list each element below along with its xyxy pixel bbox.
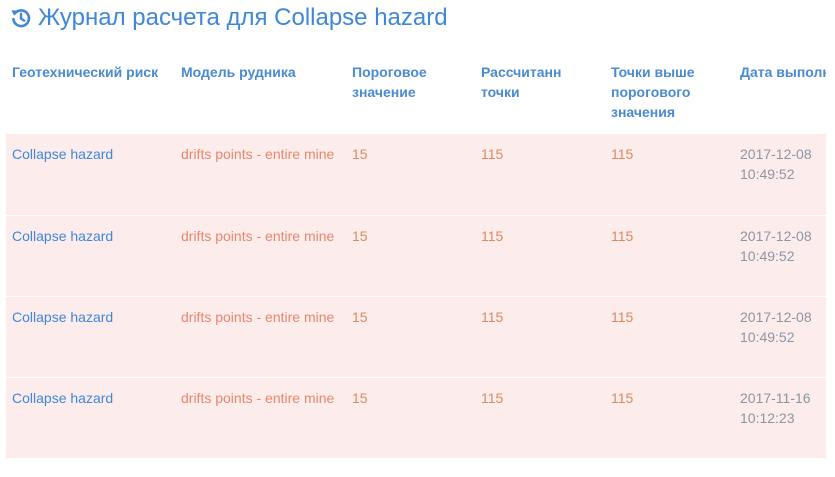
cell-date: 2017-12-08 10:49:52 <box>734 134 826 216</box>
cell-computed-points: 115 <box>475 134 605 216</box>
cell-computed-points: 115 <box>475 377 605 459</box>
column-header-risk[interactable]: Геотехнический риск <box>6 52 175 134</box>
table-row: Collapse hazard drifts points - entire m… <box>6 215 826 297</box>
table-row: Collapse hazard drifts points - entire m… <box>6 377 826 459</box>
cell-risk: Collapse hazard <box>6 134 175 216</box>
cell-model: drifts points - entire mine <box>175 215 346 297</box>
column-header-calculation-date[interactable]: Дата выполнения расчета <box>734 52 826 134</box>
table-row: Collapse hazard drifts points - entire m… <box>6 296 826 378</box>
table-header-row: Геотехнический риск Модель рудника Порог… <box>6 52 826 134</box>
history-icon <box>10 7 32 29</box>
cell-computed-points: 115 <box>475 215 605 297</box>
cell-points-above: 115 <box>605 215 734 297</box>
column-header-points-above-threshold[interactable]: Точки выше порогового значения <box>605 52 734 134</box>
cell-threshold: 15 <box>346 377 475 459</box>
cell-risk: Collapse hazard <box>6 296 175 378</box>
page-title: Журнал расчета для Collapse hazard <box>10 2 448 34</box>
table-row: Collapse hazard drifts points - entire m… <box>6 134 826 216</box>
column-header-threshold[interactable]: Пороговое значение <box>346 52 475 134</box>
cell-points-above: 115 <box>605 134 734 216</box>
calculation-log-table: Геотехнический риск Модель рудника Порог… <box>6 52 826 459</box>
cell-threshold: 15 <box>346 134 475 216</box>
cell-model: drifts points - entire mine <box>175 296 346 378</box>
cell-threshold: 15 <box>346 296 475 378</box>
cell-model: drifts points - entire mine <box>175 377 346 459</box>
cell-points-above: 115 <box>605 296 734 378</box>
cell-computed-points: 115 <box>475 296 605 378</box>
cell-points-above: 115 <box>605 377 734 459</box>
cell-model: drifts points - entire mine <box>175 134 346 216</box>
cell-risk: Collapse hazard <box>6 377 175 459</box>
column-header-model[interactable]: Модель рудника <box>175 52 346 134</box>
page-title-text: Журнал расчета для Collapse hazard <box>38 4 448 31</box>
cell-date: 2017-11-16 10:12:23 <box>734 377 826 459</box>
cell-threshold: 15 <box>346 215 475 297</box>
cell-date: 2017-12-08 10:49:52 <box>734 215 826 297</box>
cell-date: 2017-12-08 10:49:52 <box>734 296 826 378</box>
column-header-computed-points[interactable]: Рассчитанн точки <box>475 52 605 134</box>
cell-risk: Collapse hazard <box>6 215 175 297</box>
calculation-log-page: Журнал расчета для Collapse hazard Геоте… <box>0 0 835 477</box>
